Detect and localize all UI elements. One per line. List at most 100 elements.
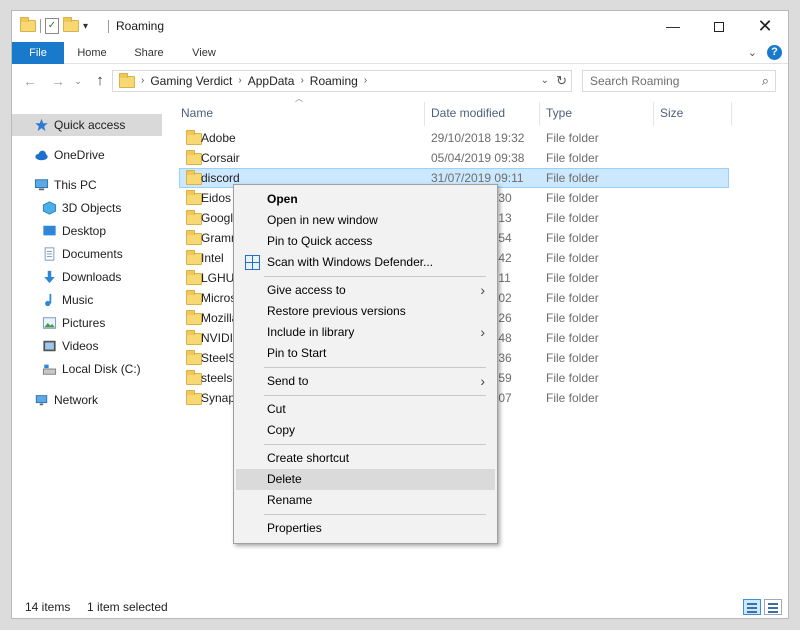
column-header-type[interactable]: Type [546, 102, 572, 124]
chevron-right-icon[interactable]: › [238, 71, 241, 91]
search-input[interactable]: Search Roaming ⌕ [582, 70, 776, 92]
menu-item-send-to[interactable]: Send to › [236, 371, 495, 392]
menu-item-include-library[interactable]: Include in library › [236, 322, 495, 343]
divider [40, 19, 41, 33]
maximize-icon [714, 22, 724, 33]
menu-item-cut[interactable]: Cut [236, 399, 495, 420]
sidebar-item-music[interactable]: Music [12, 289, 162, 311]
drive-icon [42, 364, 57, 375]
sidebar-item-pictures[interactable]: Pictures [12, 312, 162, 334]
column-header-date-modified[interactable]: Date modified [431, 102, 505, 124]
menu-item-scan-defender[interactable]: Scan with Windows Defender... [236, 252, 495, 273]
sidebar-item-onedrive[interactable]: OneDrive [12, 144, 162, 166]
address-bar[interactable]: › Gaming Verdict › AppData › Roaming › ⌄… [112, 70, 572, 92]
breadcrumb-item[interactable]: Gaming Verdict [150, 71, 232, 91]
sidebar-item-desktop[interactable]: Desktop [12, 220, 162, 242]
sidebar-item-downloads[interactable]: Downloads [12, 266, 162, 288]
column-divider[interactable] [653, 102, 654, 126]
minimize-button[interactable]: — [650, 11, 696, 42]
view-switcher [743, 599, 782, 615]
folder-icon[interactable] [20, 17, 36, 32]
sidebar-item-this-pc[interactable]: This PC [12, 174, 162, 196]
computer-icon [34, 179, 49, 191]
breadcrumb-item[interactable]: Roaming [310, 71, 358, 91]
menu-item-pin-start[interactable]: Pin to Start [236, 343, 495, 364]
window-title: Roaming [116, 19, 165, 33]
file-row[interactable]: Corsair 05/04/2019 09:38 File folder [179, 148, 729, 168]
file-row[interactable]: Adobe 29/10/2018 19:32 File folder [179, 128, 729, 148]
status-bar: 14 items 1 item selected [12, 596, 788, 618]
sidebar-item-videos[interactable]: Videos [12, 335, 162, 357]
column-header-name[interactable]: Name [181, 102, 213, 124]
file-name: Adobe [201, 131, 236, 145]
menu-item-rename[interactable]: Rename [236, 490, 495, 511]
new-folder-icon[interactable] [63, 17, 79, 32]
search-icon[interactable]: ⌕ [762, 71, 769, 91]
column-divider[interactable] [731, 102, 732, 126]
breadcrumb-item[interactable]: AppData [248, 71, 295, 91]
menu-item-copy[interactable]: Copy [236, 420, 495, 441]
menu-item-label: Give access to [267, 283, 346, 297]
file-name: Intel [201, 251, 224, 265]
forward-button[interactable]: → [48, 71, 68, 91]
help-icon[interactable]: ? [767, 45, 782, 60]
column-divider[interactable] [424, 102, 425, 126]
file-type: File folder [546, 291, 599, 305]
file-type: File folder [546, 271, 599, 285]
chevron-right-icon[interactable]: › [300, 71, 303, 91]
menu-item-label: Pin to Quick access [267, 234, 373, 248]
tab-home[interactable]: Home [72, 42, 112, 64]
details-view-button[interactable] [743, 599, 761, 615]
file-type: File folder [546, 191, 599, 205]
folder-icon [186, 350, 202, 365]
sidebar-item-quick-access[interactable]: Quick access [12, 114, 162, 136]
address-dropdown-icon[interactable]: ⌄ [541, 71, 549, 91]
network-icon [35, 395, 48, 406]
tab-file[interactable]: File [12, 42, 64, 64]
menu-item-properties[interactable]: Properties [236, 518, 495, 539]
sidebar-item-3d-objects[interactable]: 3D Objects [12, 197, 162, 219]
menu-item-label: Open in new window [267, 213, 378, 227]
chevron-right-icon: › [480, 373, 485, 389]
close-button[interactable]: ✕ [742, 11, 788, 42]
menu-item-delete[interactable]: Delete [236, 469, 495, 490]
menu-item-restore-versions[interactable]: Restore previous versions [236, 301, 495, 322]
file-name: Corsair [201, 151, 240, 165]
menu-item-pin-quick-access[interactable]: Pin to Quick access [236, 231, 495, 252]
maximize-button[interactable] [696, 11, 742, 42]
menu-item-label: Cut [267, 402, 286, 416]
menu-separator [264, 444, 486, 445]
sidebar-item-label: Music [62, 293, 94, 307]
tab-share[interactable]: Share [129, 42, 169, 64]
sidebar-item-local-disk[interactable]: Local Disk (C:) [12, 358, 162, 380]
back-button[interactable]: ← [20, 71, 40, 91]
up-button[interactable]: ↑ [90, 71, 110, 91]
menu-item-create-shortcut[interactable]: Create shortcut [236, 448, 495, 469]
menu-item-label: Open [267, 192, 298, 206]
expand-ribbon-icon[interactable]: ⌄ [748, 46, 757, 59]
sidebar-item-documents[interactable]: Documents [12, 243, 162, 265]
column-divider[interactable] [539, 102, 540, 126]
menu-item-open[interactable]: Open [236, 189, 495, 210]
properties-icon[interactable]: ✓ [45, 18, 59, 34]
pictures-icon [42, 317, 57, 329]
menu-separator [264, 276, 486, 277]
sidebar-item-network[interactable]: Network [12, 389, 162, 411]
sidebar-item-label: Desktop [62, 224, 107, 238]
folder-icon [186, 250, 202, 265]
chevron-right-icon[interactable]: › [141, 71, 144, 91]
menu-item-label: Scan with Windows Defender... [267, 255, 434, 269]
menu-item-give-access[interactable]: Give access to › [236, 280, 495, 301]
recent-locations-icon[interactable]: ⌄ [72, 71, 84, 91]
customize-toolbar-icon[interactable]: ▾ [83, 21, 88, 32]
folder-icon [186, 290, 202, 305]
menu-item-label: Include in library [267, 325, 355, 339]
column-header-size[interactable]: Size [660, 102, 683, 124]
tab-view[interactable]: View [184, 42, 224, 64]
large-icons-view-button[interactable] [764, 599, 782, 615]
refresh-icon[interactable]: ↻ [556, 71, 567, 91]
chevron-right-icon[interactable]: › [364, 71, 367, 91]
sidebar-item-label: Local Disk (C:) [62, 362, 141, 376]
cube-icon [42, 201, 57, 215]
menu-item-open-new-window[interactable]: Open in new window [236, 210, 495, 231]
